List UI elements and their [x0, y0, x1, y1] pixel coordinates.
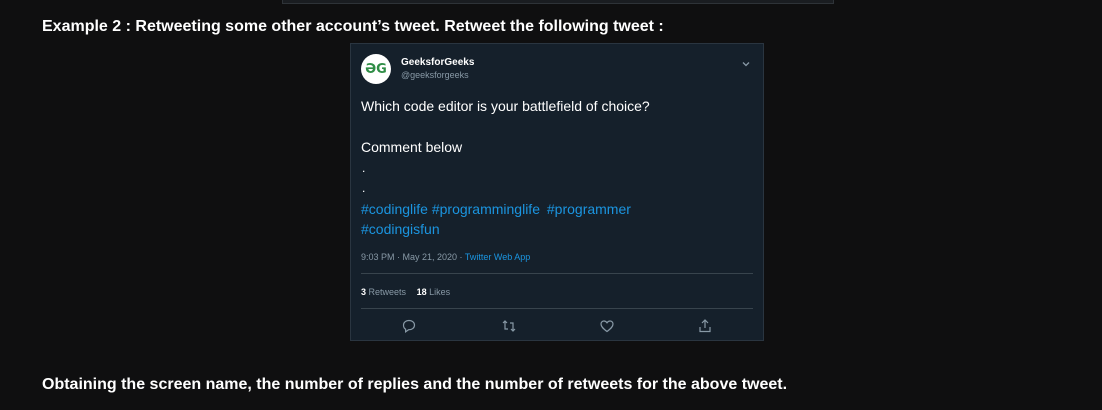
- tweet-text-line1: Which code editor is your battlefield of…: [361, 98, 650, 114]
- retweets-label: Retweets: [368, 287, 407, 297]
- share-icon[interactable]: [697, 318, 713, 334]
- source-link[interactable]: Twitter Web App: [465, 252, 530, 262]
- example-text: Retweeting some other account’s tweet. R…: [135, 18, 664, 35]
- timestamp-text[interactable]: 9:03 PM · May 21, 2020 ·: [361, 252, 465, 262]
- display-name[interactable]: GeeksforGeeks: [401, 57, 474, 68]
- top-divider: [282, 0, 834, 4]
- caption: Obtaining the screen name, the number of…: [42, 376, 788, 393]
- retweets-count: 3: [361, 287, 367, 297]
- tweet-text-line2: Comment below: [361, 139, 463, 155]
- tweet-timestamp: 9:03 PM · May 21, 2020 · Twitter Web App: [361, 252, 530, 262]
- hashtag-link[interactable]: #codingisfun: [361, 221, 440, 237]
- gfg-logo-icon: ƏG: [365, 61, 387, 77]
- like-icon[interactable]: [599, 318, 615, 334]
- tweet-dot-2: .: [362, 181, 366, 195]
- tweet-stats: 3 Retweets 18 Likes: [361, 287, 450, 297]
- retweets-stat[interactable]: 3 Retweets: [361, 287, 406, 297]
- chevron-down-icon[interactable]: [741, 56, 751, 67]
- hashtag-row-1: #codinglife #programminglife #programmer: [361, 201, 631, 217]
- likes-count: 18: [416, 287, 427, 297]
- likes-label: Likes: [429, 287, 451, 297]
- likes-stat[interactable]: 18 Likes: [417, 287, 451, 297]
- hashtag-link[interactable]: #codinglife: [361, 201, 428, 217]
- hashtag-link[interactable]: #programmer: [547, 201, 631, 217]
- tweet-dot-1: .: [362, 161, 366, 175]
- tweet-card[interactable]: ƏG GeeksforGeeks @geeksforgeeks Which co…: [350, 43, 764, 341]
- retweet-icon[interactable]: [501, 318, 517, 334]
- hashtag-link[interactable]: #programminglife: [432, 201, 540, 217]
- example-heading: Example 2 : Retweeting some other accoun…: [42, 18, 664, 36]
- hashtag-row-2: #codingisfun: [361, 221, 440, 237]
- divider: [361, 273, 753, 274]
- divider: [361, 308, 753, 309]
- handle[interactable]: @geeksforgeeks: [401, 70, 469, 80]
- reply-icon[interactable]: [401, 318, 417, 334]
- avatar[interactable]: ƏG: [361, 54, 391, 84]
- example-label: Example 2 :: [42, 18, 131, 35]
